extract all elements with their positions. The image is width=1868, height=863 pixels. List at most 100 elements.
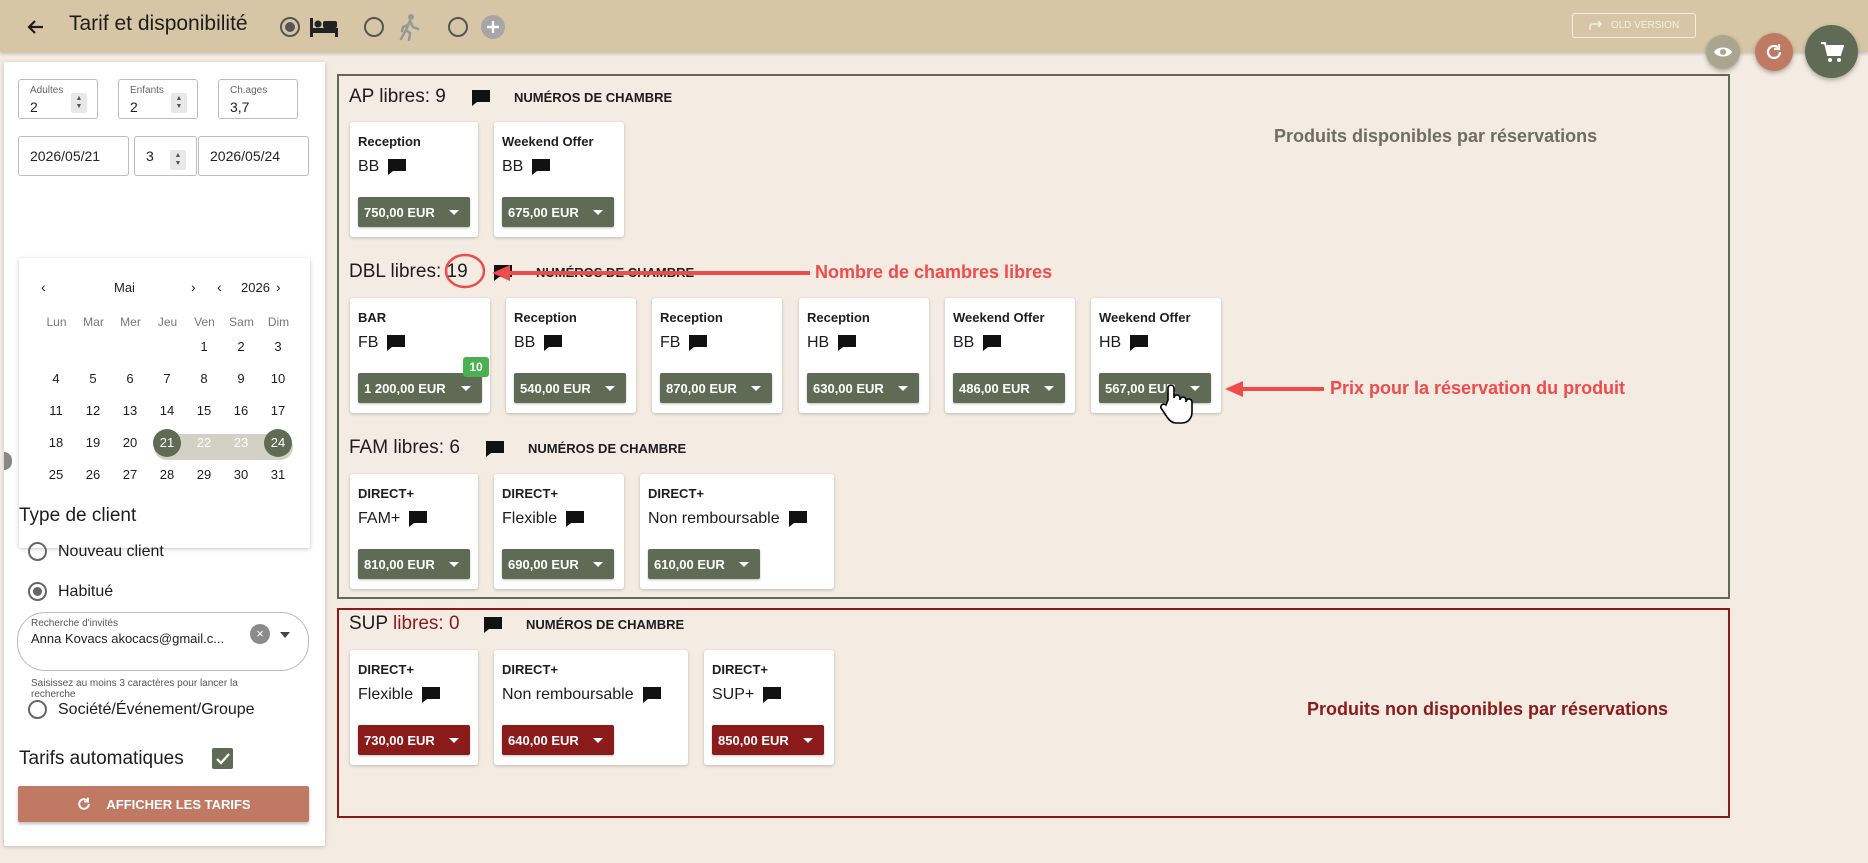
calendar-day[interactable]: 10	[263, 366, 293, 392]
prev-month-button[interactable]: ‹	[41, 279, 46, 295]
calendar-day[interactable]: 12	[78, 398, 108, 424]
comment-icon[interactable]	[386, 334, 406, 352]
calendar-day[interactable]: 27	[115, 462, 145, 488]
calendar-day[interactable]: 1	[189, 334, 219, 360]
comment-icon[interactable]	[543, 334, 563, 352]
calendar-day[interactable]: 3	[263, 334, 293, 360]
calendar-day[interactable]: 14	[152, 398, 182, 424]
price-dropdown-button[interactable]: 730,00 EUR	[358, 725, 470, 755]
comment-icon[interactable]	[565, 510, 585, 528]
calendar-day[interactable]: 2	[226, 334, 256, 360]
comment-icon[interactable]	[688, 334, 708, 352]
departure-date-input[interactable]: 2026/05/24	[198, 136, 309, 176]
product-board: Non remboursable	[648, 510, 780, 527]
calendar-day[interactable]: 24	[264, 429, 292, 457]
chevron-down-icon[interactable]	[280, 632, 290, 638]
mode-radio-extra[interactable]	[448, 17, 468, 37]
prev-year-button[interactable]: ‹	[217, 279, 222, 295]
comment-icon[interactable]	[531, 158, 551, 176]
calendar-day[interactable]: 30	[226, 462, 256, 488]
room-numbers-link[interactable]: NUMÉROS DE CHAMBRE	[514, 90, 672, 105]
comment-icon[interactable]	[982, 334, 1002, 352]
comment-icon[interactable]	[482, 615, 504, 635]
price-dropdown-button[interactable]: 1 200,00 EUR	[358, 373, 482, 403]
calendar-day[interactable]: 5	[78, 366, 108, 392]
children-field[interactable]: Enfants 2 ▲ ▼	[118, 79, 198, 119]
comment-icon[interactable]	[408, 510, 428, 528]
calendar-day[interactable]: 17	[263, 398, 293, 424]
comment-icon[interactable]	[492, 263, 514, 283]
comment-icon[interactable]	[387, 158, 407, 176]
calendar-day[interactable]: 15	[189, 398, 219, 424]
cart-button[interactable]	[1805, 25, 1858, 78]
calendar-day[interactable]: 13	[115, 398, 145, 424]
calendar-day[interactable]: 21	[153, 429, 181, 457]
next-month-button[interactable]: ›	[191, 279, 196, 295]
adults-stepper[interactable]: ▲ ▼	[71, 93, 87, 113]
room-numbers-link[interactable]: NUMÉROS DE CHAMBRE	[536, 265, 694, 280]
calendar-day[interactable]: 4	[41, 366, 71, 392]
calendar-day[interactable]: 25	[41, 462, 71, 488]
calendar-day[interactable]: 7	[152, 366, 182, 392]
price-dropdown-button[interactable]: 690,00 EUR	[502, 549, 614, 579]
calendar-day[interactable]: 19	[78, 430, 108, 456]
auto-rates-checkbox[interactable]	[212, 748, 233, 769]
calendar-day[interactable]: 9	[226, 366, 256, 392]
price-dropdown-button[interactable]: 540,00 EUR	[514, 373, 626, 403]
comment-icon[interactable]	[788, 510, 808, 528]
calendar-day[interactable]: 11	[41, 398, 71, 424]
clear-icon[interactable]: ×	[250, 624, 270, 644]
price-dropdown-button[interactable]: 750,00 EUR	[358, 197, 470, 227]
panel-toggle-handle[interactable]	[4, 452, 12, 470]
radio-regular-client[interactable]	[28, 582, 47, 601]
calendar-day[interactable]: 18	[41, 430, 71, 456]
calendar-day[interactable]: 23	[226, 430, 256, 456]
price-dropdown-button[interactable]: 640,00 EUR	[502, 725, 614, 755]
children-ages-field[interactable]: Ch.ages 3,7	[218, 79, 298, 119]
show-rates-button[interactable]: AFFICHER LES TARIFS	[18, 786, 309, 822]
mode-radio-activity[interactable]	[364, 17, 384, 37]
arrival-date-input[interactable]: 2026/05/21	[18, 136, 129, 176]
comment-icon[interactable]	[1129, 334, 1149, 352]
radio-new-client[interactable]	[28, 542, 47, 561]
calendar-day[interactable]: 28	[152, 462, 182, 488]
old-version-button[interactable]: OLD VERSION	[1572, 13, 1696, 38]
room-numbers-link[interactable]: NUMÉROS DE CHAMBRE	[526, 617, 684, 632]
nights-stepper[interactable]: ▲ ▼	[170, 150, 186, 170]
price-dropdown-button[interactable]: 567,00 EUR	[1099, 373, 1211, 403]
radio-company-group[interactable]	[28, 700, 47, 719]
price-dropdown-button[interactable]: 870,00 EUR	[660, 373, 772, 403]
comment-icon[interactable]	[470, 88, 492, 108]
mode-radio-stay[interactable]	[280, 17, 300, 37]
price-dropdown-button[interactable]: 850,00 EUR	[712, 725, 824, 755]
calendar-day[interactable]: 29	[189, 462, 219, 488]
comment-icon[interactable]	[421, 686, 441, 704]
price-dropdown-button[interactable]: 675,00 EUR	[502, 197, 614, 227]
comment-icon[interactable]	[484, 439, 506, 459]
calendar-day[interactable]: 6	[115, 366, 145, 392]
back-button[interactable]	[22, 13, 50, 41]
calendar-day[interactable]: 20	[115, 430, 145, 456]
children-stepper[interactable]: ▲ ▼	[171, 93, 187, 113]
comment-icon[interactable]	[762, 686, 782, 704]
calendar-day[interactable]: 26	[78, 462, 108, 488]
room-numbers-link[interactable]: NUMÉROS DE CHAMBRE	[528, 441, 686, 456]
price-dropdown-button[interactable]: 810,00 EUR	[358, 549, 470, 579]
comment-icon[interactable]	[642, 686, 662, 704]
free-rooms-count: 9	[435, 86, 446, 107]
preview-button[interactable]	[1706, 35, 1740, 69]
guest-search-input[interactable]: Recherche d'invités Anna Kovacs akocacs@…	[17, 612, 309, 671]
price-dropdown-button[interactable]: 630,00 EUR	[807, 373, 919, 403]
add-circle-icon[interactable]	[478, 12, 508, 42]
price-dropdown-button[interactable]: 610,00 EUR	[648, 549, 760, 579]
comment-icon[interactable]	[837, 334, 857, 352]
calendar-day[interactable]: 8	[189, 366, 219, 392]
price-dropdown-button[interactable]: 486,00 EUR	[953, 373, 1065, 403]
adults-field[interactable]: Adultes 2 ▲ ▼	[18, 79, 98, 119]
refresh-button[interactable]	[1755, 33, 1793, 71]
calendar-day[interactable]: 22	[189, 430, 219, 456]
nights-field[interactable]: 3 ▲ ▼	[134, 136, 197, 176]
next-year-button[interactable]: ›	[276, 279, 281, 295]
calendar-day[interactable]: 31	[263, 462, 293, 488]
calendar-day[interactable]: 16	[226, 398, 256, 424]
